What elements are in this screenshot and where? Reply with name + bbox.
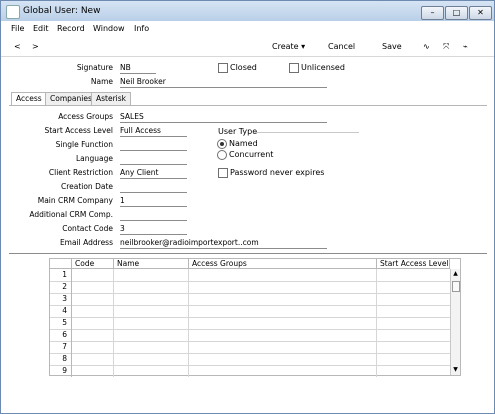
signature-label: Signature [76,63,113,72]
contact-code-label: Contact Code [62,224,113,233]
concurrent-label: Concurrent [229,150,274,159]
attachment-icon[interactable]: ⌁ [463,42,468,51]
main-crm-company-label: Main CRM Company [37,196,113,205]
closed-checkbox[interactable] [218,63,228,73]
user-type-label: User Type [218,127,258,136]
menu-bar: File Edit Record Window Info [1,22,494,36]
language-label: Language [75,154,113,163]
minimize-button[interactable]: – [421,6,444,20]
creation-date-label: Creation Date [60,182,113,191]
cancel-button[interactable]: Cancel [328,42,355,51]
grid-header-code: Code [72,259,114,269]
user-type-group-line [255,132,359,133]
client-restriction-label: Client Restriction [48,168,113,177]
signature-field[interactable]: NB [120,63,156,74]
window-title: Global User: New [23,6,101,16]
table-row[interactable]: 9 [50,365,450,377]
email-address-label: Email Address [59,238,113,247]
named-label: Named [229,139,258,148]
back-button[interactable]: < [14,42,21,51]
main-window: Global User: New – □ ✕ File Edit Record … [0,0,495,414]
row-number: 4 [50,305,72,317]
access-grid: Code Name Access Groups Start Access Lev… [49,258,461,377]
menu-window[interactable]: Window [93,24,125,33]
vertical-scrollbar[interactable]: ▲ ▼ [450,269,460,375]
create-label: Create [272,42,299,51]
contact-code-field[interactable]: 3 [120,224,187,235]
unlicensed-label: Unlicensed [301,63,345,72]
forward-button[interactable]: > [32,42,39,51]
single-function-label: Single Function [55,140,113,149]
access-groups-field[interactable]: SALES [120,112,327,123]
closed-label: Closed [230,63,257,72]
main-crm-company-field[interactable]: 1 [120,196,187,207]
row-number: 6 [50,329,72,341]
password-never-expires-checkbox[interactable] [218,168,228,178]
toolbar: < > Create ▾ Cancel Save ∿ ⤧ ⌁ [1,38,494,57]
grid-header-name: Name [114,259,189,269]
tab-panel-border [9,105,487,106]
menu-record[interactable]: Record [57,24,85,33]
tab-asterisk[interactable]: Asterisk [91,92,132,105]
activity-icon[interactable]: ∿ [423,42,430,51]
grid-header-access-groups: Access Groups [189,259,377,269]
named-radio[interactable] [217,139,227,149]
maximize-button[interactable]: □ [445,6,468,20]
row-number: 5 [50,317,72,329]
tab-access[interactable]: Access [11,92,47,106]
start-access-level-field[interactable]: Full Access [120,126,187,137]
name-label: Name [90,77,113,86]
row-number: 9 [50,365,72,377]
concurrent-radio[interactable] [217,150,227,160]
client-restriction-field[interactable]: Any Client [120,168,187,179]
password-never-expires-label: Password never expires [230,168,325,177]
section-divider [9,253,487,254]
expand-icon[interactable]: ⤧ [443,42,449,52]
create-button[interactable]: Create ▾ [272,42,305,51]
chevron-down-icon: ▾ [301,42,306,51]
start-access-level-label: Start Access Level [44,126,113,135]
close-button[interactable]: ✕ [469,6,492,20]
scroll-thumb[interactable] [452,281,460,292]
single-function-field[interactable] [120,140,187,151]
row-number: 8 [50,353,72,365]
row-number: 7 [50,341,72,353]
grid-corner [50,259,72,269]
row-number: 3 [50,293,72,305]
scroll-down-icon[interactable]: ▼ [452,366,459,374]
row-number: 1 [50,269,72,281]
additional-crm-comp-field[interactable] [120,210,187,221]
menu-info[interactable]: Info [134,24,149,33]
unlicensed-checkbox[interactable] [289,63,299,73]
tab-companies[interactable]: Companies [45,92,97,105]
language-field[interactable] [120,154,187,165]
access-groups-label: Access Groups [58,112,113,121]
email-address-field[interactable]: neilbrooker@radioimportexport..com [120,238,327,249]
title-bar: Global User: New – □ ✕ [1,1,494,21]
additional-crm-comp-label: Additional CRM Comp. [29,210,113,219]
menu-edit[interactable]: Edit [33,24,49,33]
row-number: 2 [50,281,72,293]
name-field[interactable]: Neil Brooker [120,77,327,88]
grid-header-start-access-level: Start Access Level [377,259,450,269]
creation-date-field[interactable] [120,182,187,193]
menu-file[interactable]: File [11,24,24,33]
scroll-up-icon[interactable]: ▲ [452,270,459,278]
save-button[interactable]: Save [382,42,402,51]
app-icon [6,5,20,19]
